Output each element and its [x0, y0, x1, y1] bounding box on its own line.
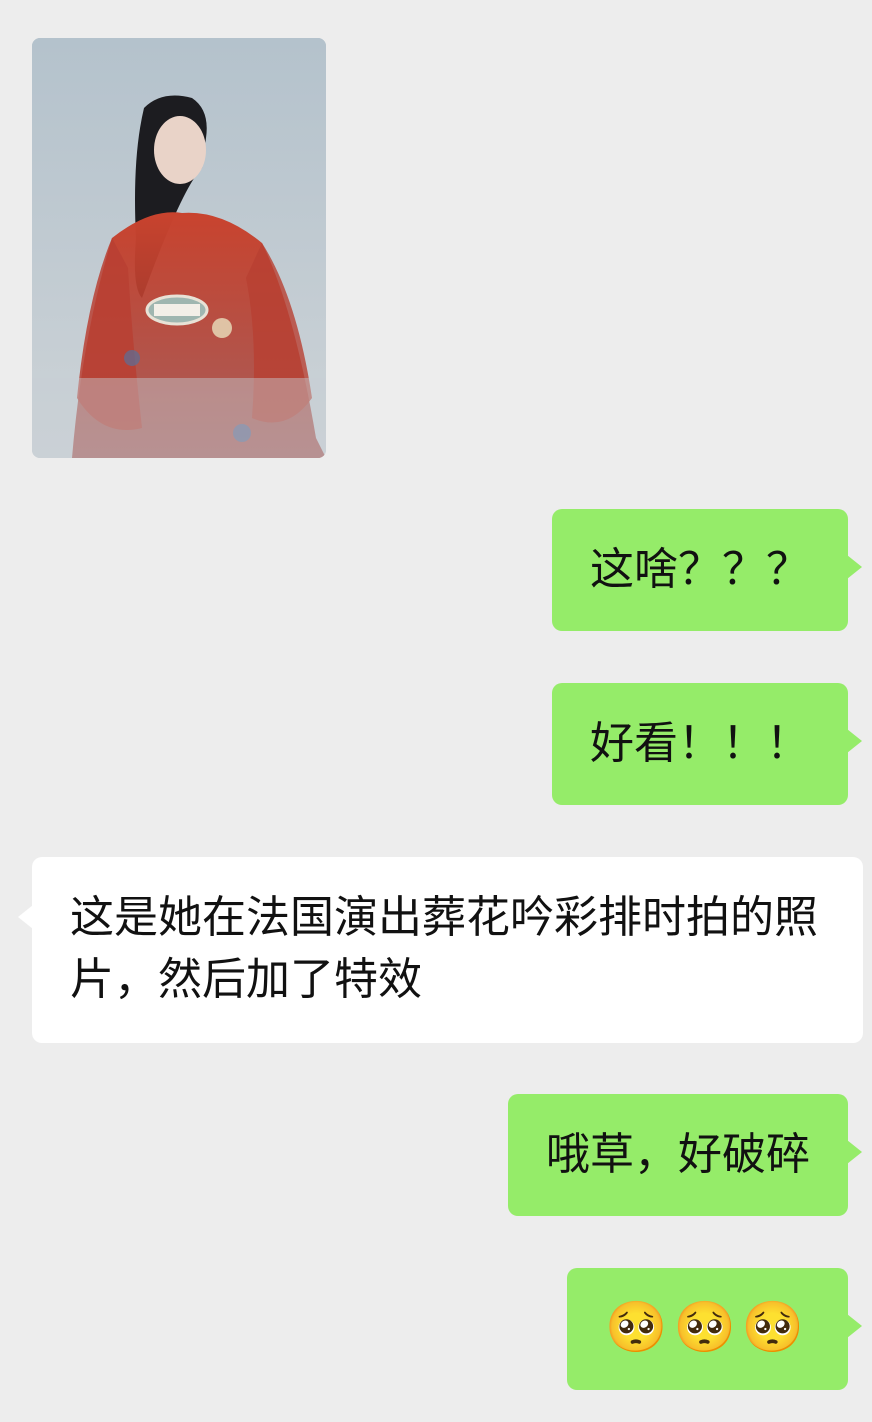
photo-thumbnail — [32, 38, 326, 458]
message-bubble-outgoing[interactable]: 这啥？？？ — [552, 509, 862, 631]
message-bubble-incoming[interactable]: 这是她在法国演出葬花吟彩排时拍的照片，然后加了特效 — [18, 857, 863, 1043]
emoji-message-bubble[interactable]: 🥺🥺🥺 — [567, 1268, 862, 1390]
image-message[interactable] — [32, 38, 326, 458]
chat-area: 这啥？？？ 好看！！！ 这是她在法国演出葬花吟彩排时拍的照片，然后加了特效 哦草… — [0, 0, 872, 1422]
message-bubble-outgoing[interactable]: 哦草，好破碎 — [508, 1094, 862, 1216]
message-bubble-outgoing[interactable]: 好看！！！ — [552, 683, 862, 805]
